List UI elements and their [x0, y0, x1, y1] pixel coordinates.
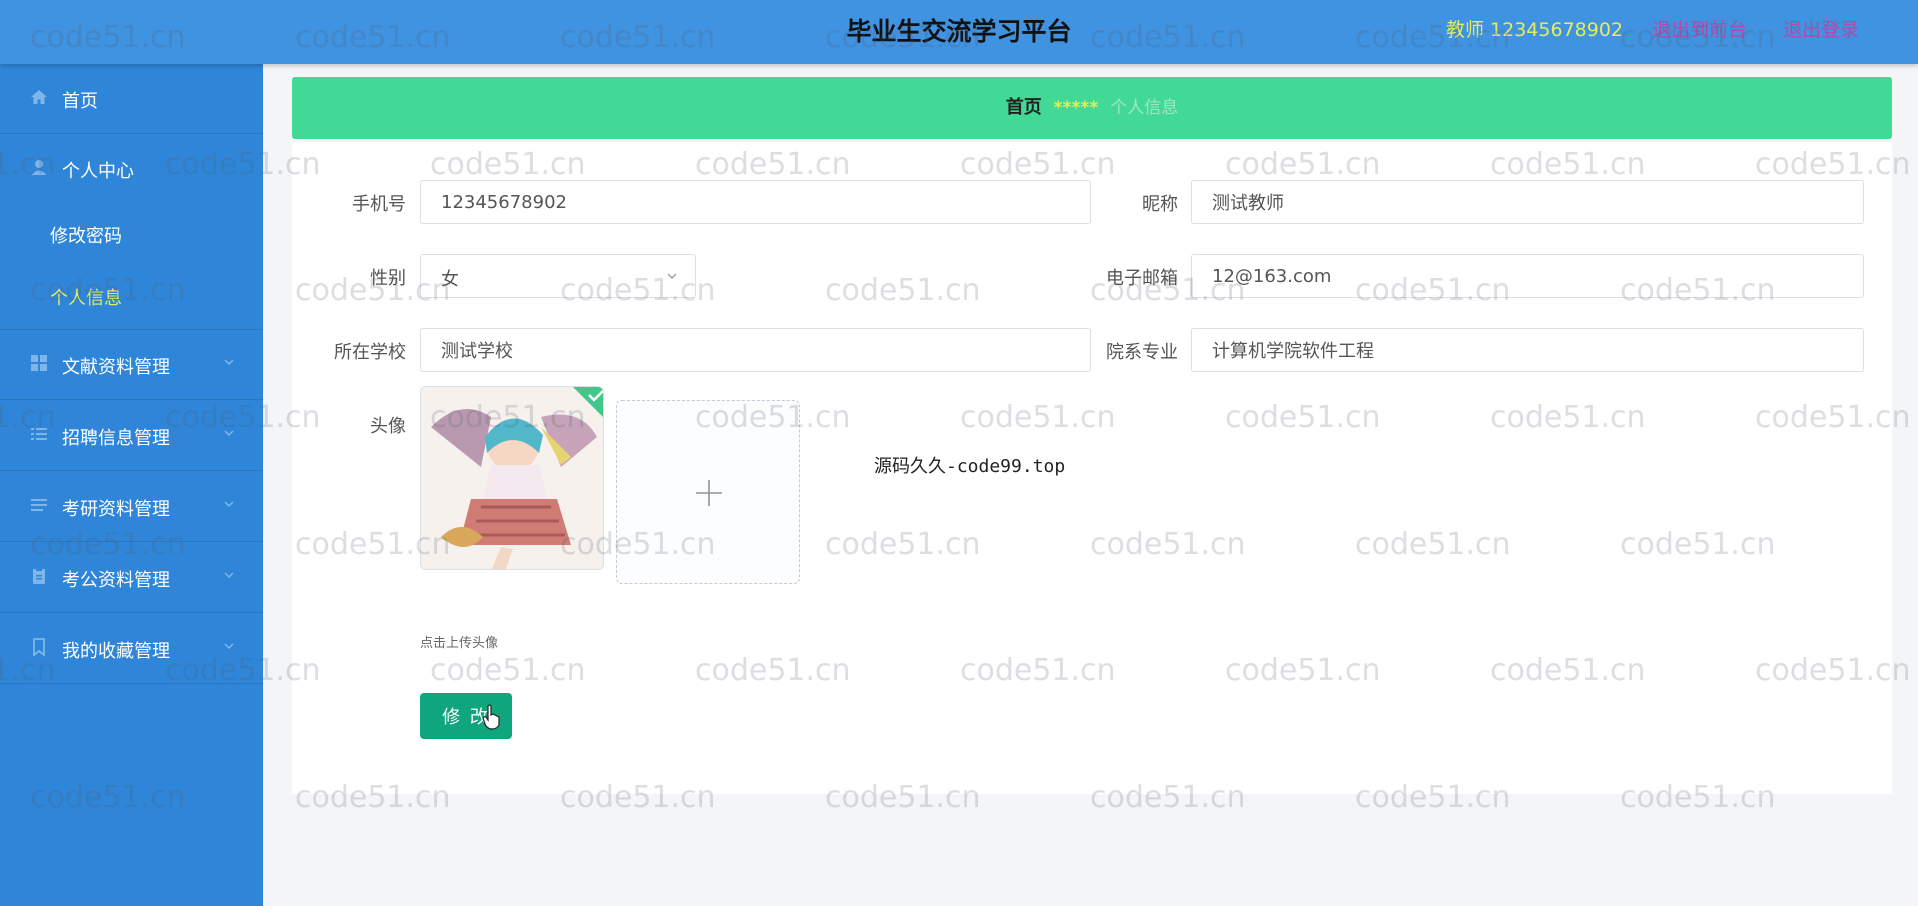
- chevron-down-icon: [224, 572, 234, 579]
- sidebar: 首页 个人中心 修改密码 个人信息 文献资料管理 招聘信息管理 考研资料管理 考…: [0, 64, 263, 906]
- sidebar-subitem-change-password[interactable]: 修改密码: [0, 204, 263, 264]
- current-user-label: 教师 12345678902: [1446, 19, 1624, 41]
- breadcrumb-current: 个人信息: [1110, 98, 1179, 118]
- chevron-down-icon: [224, 359, 234, 366]
- major-input[interactable]: [1191, 328, 1864, 372]
- grid-icon: [31, 355, 47, 371]
- sidebar-item-civil-exam[interactable]: 考公资料管理: [0, 543, 263, 613]
- sidebar-item-label: 首页: [62, 91, 98, 112]
- sidebar-item-label: 文献资料管理: [62, 357, 170, 378]
- sidebar-subitem-label: 个人信息: [50, 288, 122, 309]
- overlay-source-text: 源码久久-code99.top: [874, 456, 1066, 477]
- nickname-input[interactable]: [1191, 180, 1864, 224]
- back-to-frontend-link[interactable]: 退出到前台: [1652, 15, 1747, 42]
- phone-label: 手机号: [352, 194, 406, 215]
- email-label: 电子邮箱: [1106, 268, 1178, 289]
- logout-link[interactable]: 退出登录: [1783, 15, 1859, 42]
- sidebar-item-label: 个人中心: [62, 161, 134, 182]
- sidebar-item-label: 我的收藏管理: [62, 641, 170, 662]
- top-bar: 毕业生交流学习平台 教师 12345678902 退出到前台 退出登录: [0, 0, 1918, 64]
- school-input[interactable]: [420, 328, 1091, 372]
- avatar-upload-button[interactable]: [616, 400, 800, 584]
- sidebar-item-favorites[interactable]: 我的收藏管理: [0, 614, 263, 684]
- sidebar-item-home[interactable]: 首页: [0, 64, 263, 134]
- chevron-down-icon: [667, 273, 677, 279]
- gender-selected-value: 女: [441, 269, 459, 290]
- breadcrumb: 首页 ***** 个人信息: [292, 77, 1892, 139]
- upload-success-check-icon: [573, 387, 603, 417]
- user-icon: [31, 160, 47, 175]
- plus-icon: [696, 480, 722, 506]
- breadcrumb-separator: *****: [1053, 98, 1099, 118]
- avatar-label: 头像: [370, 416, 406, 437]
- sidebar-subitem-personal-info[interactable]: 个人信息: [0, 266, 263, 326]
- nickname-label: 昵称: [1142, 194, 1178, 215]
- sidebar-item-recruitment[interactable]: 招聘信息管理: [0, 401, 263, 471]
- hand-cursor-icon: [482, 704, 500, 730]
- chevron-down-icon: [224, 643, 234, 650]
- email-input[interactable]: [1191, 254, 1864, 298]
- sidebar-item-label: 招聘信息管理: [62, 428, 170, 449]
- chevron-down-icon: [224, 501, 234, 508]
- home-icon: [31, 90, 47, 104]
- bookmark-icon: [33, 638, 45, 656]
- app-title: 毕业生交流学习平台: [846, 17, 1072, 46]
- sidebar-subitem-label: 修改密码: [50, 226, 122, 247]
- avatar-upload-hint: 点击上传头像: [420, 636, 499, 651]
- gender-select[interactable]: 女: [420, 254, 696, 298]
- sidebar-item-personal-center[interactable]: 个人中心: [0, 134, 263, 204]
- major-label: 院系专业: [1106, 342, 1178, 363]
- phone-input[interactable]: [420, 180, 1091, 224]
- gender-label: 性别: [370, 268, 406, 289]
- school-label: 所在学校: [334, 342, 406, 363]
- list-icon: [31, 428, 47, 440]
- chevron-down-icon: [224, 430, 234, 437]
- avatar-preview[interactable]: [420, 386, 604, 570]
- sidebar-item-literature[interactable]: 文献资料管理: [0, 330, 263, 400]
- sidebar-item-label: 考公资料管理: [62, 570, 170, 591]
- sidebar-item-postgrad[interactable]: 考研资料管理: [0, 472, 263, 542]
- sidebar-item-label: 考研资料管理: [62, 499, 170, 520]
- clipboard-icon: [33, 568, 45, 584]
- breadcrumb-home[interactable]: 首页: [1006, 97, 1042, 118]
- lines-icon: [31, 499, 47, 511]
